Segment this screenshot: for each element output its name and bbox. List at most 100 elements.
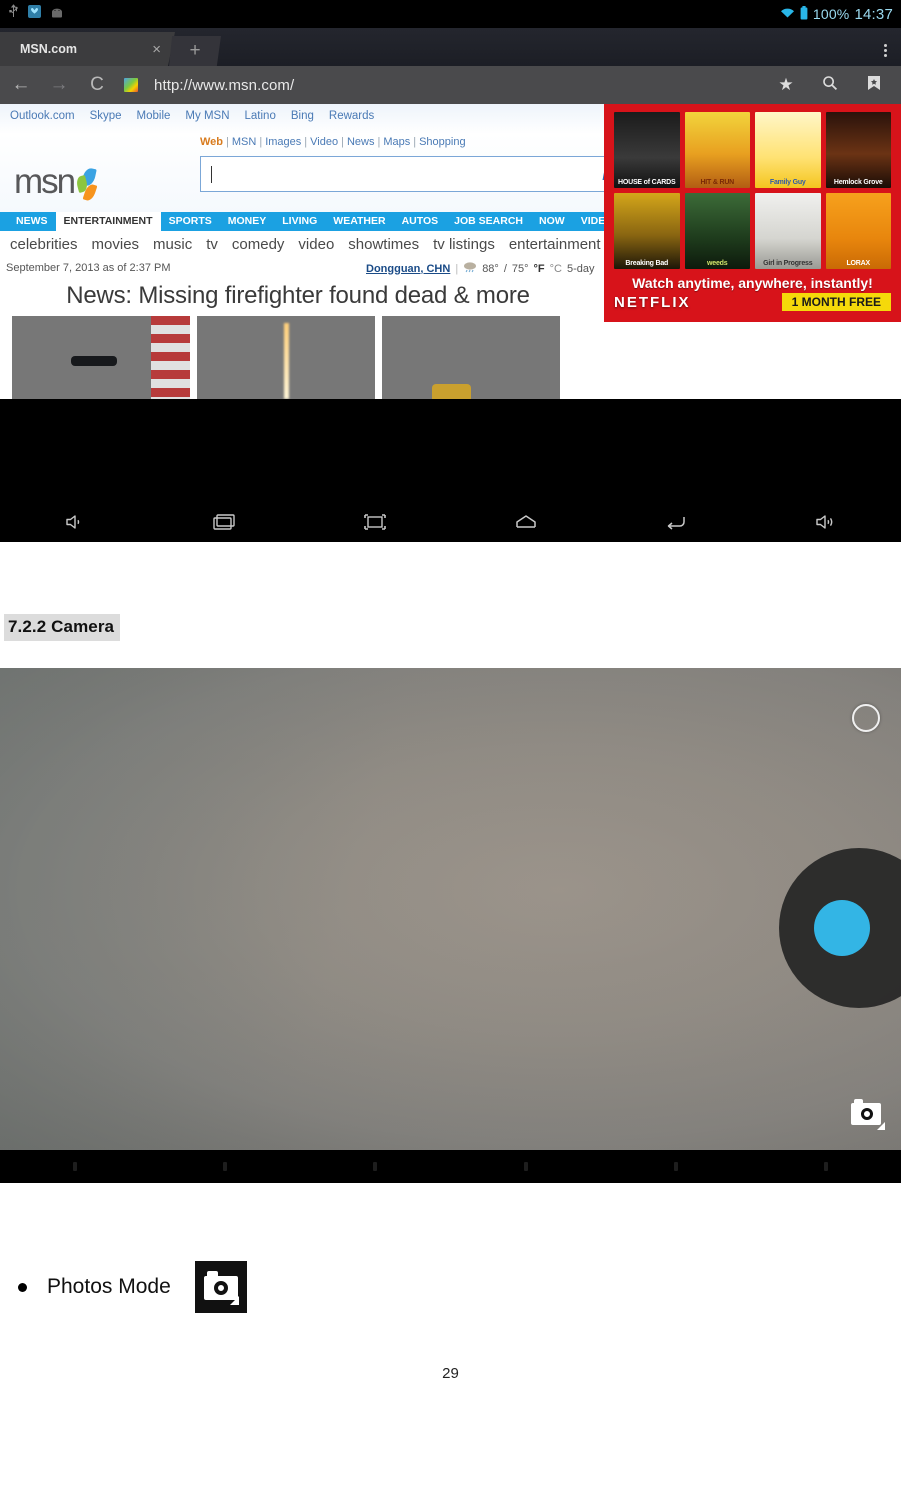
- subnav-tv-listings[interactable]: tv listings: [433, 236, 495, 253]
- text-caret: [211, 165, 212, 183]
- weather-unit-c[interactable]: °C: [550, 263, 562, 275]
- soft-nav-dim-dot[interactable]: [0, 1162, 150, 1171]
- netflix-poster: weeds: [684, 193, 750, 269]
- soft-nav-dim-dot[interactable]: [300, 1162, 450, 1171]
- nav-living[interactable]: LIVING: [274, 212, 325, 231]
- news-card[interactable]: Joyride video leads to charges: [382, 316, 560, 399]
- netflix-poster-grid: HOUSE of CARDS HIT & RUN Family Guy Heml…: [604, 104, 901, 273]
- focus-ring-icon[interactable]: [852, 704, 880, 732]
- status-bar-left-icons: [8, 4, 64, 24]
- scope-msn[interactable]: MSN: [232, 136, 256, 148]
- page-number: 29: [442, 1365, 459, 1382]
- weather-unit-f[interactable]: °F: [534, 263, 545, 275]
- camera-mode-icon[interactable]: [851, 1099, 885, 1130]
- netflix-poster: Family Guy: [755, 112, 821, 188]
- bullet-label: Photos Mode: [47, 1275, 171, 1298]
- subnav-tv[interactable]: tv: [206, 236, 218, 253]
- nav-entertainment[interactable]: ENTERTAINMENT: [55, 212, 161, 231]
- scope-images[interactable]: Images: [265, 136, 301, 148]
- weather-sep: /: [503, 262, 507, 275]
- weather-widget[interactable]: Dongguan, CHN | 88° / 75° °F °C 5-day: [366, 261, 595, 276]
- volume-up-icon[interactable]: [751, 513, 901, 531]
- rain-cloud-icon: [463, 261, 477, 276]
- netflix-cta-button[interactable]: 1 MONTH FREE: [781, 293, 891, 311]
- msn-link-skype[interactable]: Skype: [90, 110, 122, 122]
- msn-link-latino[interactable]: Latino: [245, 110, 276, 122]
- close-icon[interactable]: ×: [152, 41, 161, 58]
- news-card[interactable]: Rocket launch lights up East Coast: [197, 316, 375, 399]
- wifi-icon: [780, 6, 795, 22]
- nav-now[interactable]: NOW: [531, 212, 573, 231]
- weather-city[interactable]: Dongguan, CHN: [366, 263, 450, 275]
- bookmark-star-icon[interactable]: ★: [775, 75, 797, 95]
- news-thumbnail-image: [197, 316, 375, 399]
- msn-logo-text: msn: [14, 162, 76, 201]
- nav-money[interactable]: MONEY: [220, 212, 275, 231]
- netflix-logo: NETFLIX: [614, 293, 691, 311]
- camera-soft-nav-bar: [0, 1150, 901, 1183]
- back-icon[interactable]: [601, 514, 751, 530]
- scope-maps[interactable]: Maps: [383, 136, 410, 148]
- reload-icon[interactable]: C: [86, 74, 108, 96]
- soft-nav-dim-dot[interactable]: [451, 1162, 601, 1171]
- home-icon[interactable]: [451, 514, 601, 530]
- nav-news[interactable]: NEWS: [8, 212, 56, 231]
- msn-link-bing[interactable]: Bing: [291, 110, 314, 122]
- subnav-celebrities[interactable]: celebrities: [10, 236, 78, 253]
- weather-high: 88°: [482, 262, 499, 275]
- screenshot-icon[interactable]: [300, 513, 450, 531]
- bookmarks-icon[interactable]: [863, 75, 885, 96]
- camera-viewfinder[interactable]: [0, 668, 901, 1150]
- nav-sports[interactable]: SPORTS: [161, 212, 220, 231]
- soft-nav-dim-dot[interactable]: [601, 1162, 751, 1171]
- scope-video[interactable]: Video: [310, 136, 338, 148]
- shutter-inner-circle: [814, 900, 870, 956]
- msn-link-outlook[interactable]: Outlook.com: [10, 110, 75, 122]
- android-soft-nav-bar: [0, 502, 901, 542]
- nav-autos[interactable]: AUTOS: [394, 212, 447, 231]
- toolbar-actions: ★: [775, 75, 891, 96]
- subnav-comedy[interactable]: comedy: [232, 236, 285, 253]
- android-icon: [50, 5, 64, 23]
- browser-tab-msn[interactable]: MSN.com ×: [0, 32, 175, 66]
- document-body: 7.2.2 Camera Photos Mode 29: [0, 542, 901, 1382]
- msn-favicon: [124, 78, 138, 92]
- search-icon[interactable]: [819, 75, 841, 96]
- msn-logo[interactable]: msn: [14, 162, 99, 203]
- msn-webpage: Outlook.com Skype Mobile My MSN Latino B…: [0, 104, 901, 399]
- news-card[interactable]: NM man killed in crash: [12, 316, 190, 399]
- volume-down-icon[interactable]: [0, 513, 150, 531]
- bullet-marker: [18, 1282, 27, 1292]
- weather-forecast-link[interactable]: 5-day: [567, 263, 595, 275]
- netflix-advertisement[interactable]: HOUSE of CARDS HIT & RUN Family Guy Heml…: [604, 104, 901, 322]
- overflow-menu-icon[interactable]: [884, 42, 887, 59]
- soft-nav-dim-dot[interactable]: [751, 1162, 901, 1171]
- new-tab-button[interactable]: +: [169, 36, 221, 66]
- forward-icon[interactable]: →: [48, 74, 70, 96]
- soft-nav-dim-dot[interactable]: [150, 1162, 300, 1171]
- browser-toolbar: ← → C http://www.msn.com/ ★: [0, 66, 901, 104]
- subnav-movies[interactable]: movies: [92, 236, 140, 253]
- msn-thumbnail-row: NM man killed in crash Rocket launch lig…: [0, 310, 901, 399]
- scope-shopping[interactable]: Shopping: [419, 136, 466, 148]
- msn-link-mobile[interactable]: Mobile: [137, 110, 171, 122]
- url-input[interactable]: http://www.msn.com/: [154, 77, 759, 94]
- battery-icon: [800, 5, 808, 23]
- netflix-footer: NETFLIX 1 MONTH FREE: [604, 291, 901, 311]
- msn-link-rewards[interactable]: Rewards: [329, 110, 374, 122]
- msn-link-mymsn[interactable]: My MSN: [185, 110, 229, 122]
- msn-timestamp: September 7, 2013 as of 2:37 PM: [6, 262, 171, 274]
- scope-web[interactable]: Web: [200, 136, 223, 148]
- netflix-poster: Breaking Bad: [614, 193, 680, 269]
- camera-icon-corner: [877, 1122, 885, 1130]
- nav-job-search[interactable]: JOB SEARCH: [446, 212, 531, 231]
- nav-weather[interactable]: WEATHER: [325, 212, 393, 231]
- back-icon[interactable]: ←: [10, 74, 32, 96]
- netflix-poster: Hemlock Grove: [825, 112, 891, 188]
- scope-news[interactable]: News: [347, 136, 375, 148]
- recents-icon[interactable]: [150, 513, 300, 531]
- subnav-showtimes[interactable]: showtimes: [348, 236, 419, 253]
- subnav-music[interactable]: music: [153, 236, 192, 253]
- subnav-video[interactable]: video: [298, 236, 334, 253]
- camera-screenshot: [0, 668, 901, 1183]
